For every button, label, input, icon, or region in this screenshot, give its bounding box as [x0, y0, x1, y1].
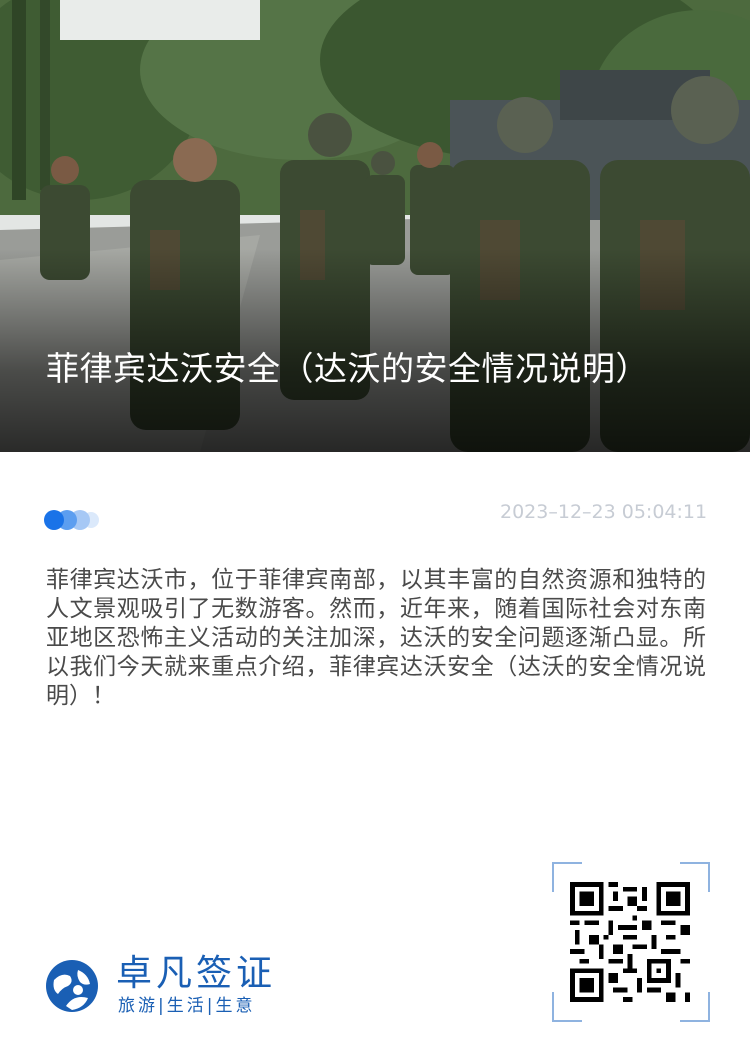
qr-code-icon	[570, 882, 690, 1002]
brand-name: 卓凡签证	[116, 953, 277, 994]
globe-person-icon	[46, 960, 98, 1012]
brand-block: 卓凡签证 旅游|生活|生意	[44, 954, 344, 1024]
hero-banner: 菲律宾达沃安全（达沃的安全情况说明）	[0, 0, 750, 452]
qr-code-frame[interactable]	[552, 862, 710, 1022]
loading-dots-indicator	[44, 510, 104, 532]
dot-1	[44, 510, 64, 530]
article-intro: 菲律宾达沃市，位于菲律宾南部，以其丰富的自然资源和独特的人文景观吸引了无数游客。…	[46, 567, 706, 709]
publish-datetime: 2023–12–23 05:04:11	[500, 501, 708, 523]
page-title: 菲律宾达沃安全（达沃的安全情况说明）	[46, 349, 649, 388]
brand-tagline: 旅游|生活|生意	[118, 996, 256, 1016]
